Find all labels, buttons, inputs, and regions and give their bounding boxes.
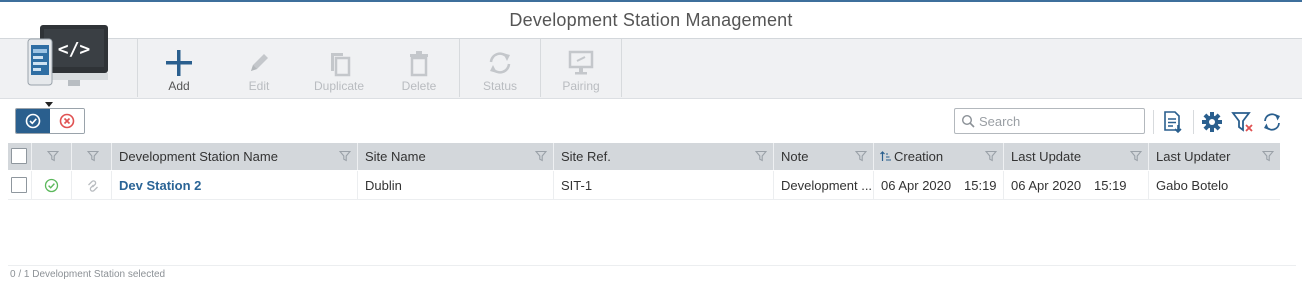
column-header-last-updater[interactable]: Last Updater [1149,143,1280,170]
search-box [954,108,1145,134]
add-button-label: Add [168,79,190,93]
filter-icon[interactable] [87,150,99,162]
page-title: Development Station Management [509,10,793,30]
column-header-creation[interactable]: Creation [874,143,1004,170]
site-ref-value: SIT-1 [561,178,593,193]
sort-ascending-icon [880,151,891,161]
trash-icon [410,51,428,77]
delete-button-label: Delete [401,79,437,93]
column-header-label: Development Station Name [119,149,278,164]
creation-time-value: 15:19 [964,178,997,193]
row-checkbox[interactable] [11,177,27,193]
filter-icon[interactable] [755,150,767,162]
duplicate-button-label: Duplicate [313,79,365,93]
show-disabled-toggle[interactable] [50,109,84,133]
column-header-site-ref[interactable]: Site Ref. [554,143,774,170]
x-circle-icon [59,113,75,129]
pencil-icon [251,54,268,71]
search-icon [961,114,975,128]
refresh-icon[interactable] [1262,112,1282,132]
last-update-time-value: 15:19 [1094,178,1127,193]
creation-date-value: 06 Apr 2020 [881,178,952,193]
filter-icon[interactable] [985,150,997,162]
filter-icon[interactable] [855,150,867,162]
footer-divider [8,265,1296,266]
column-header-label: Last Update [1011,149,1082,164]
check-circle-icon [25,113,41,129]
plus-icon [166,50,192,76]
column-header-name[interactable]: Development Station Name [112,143,358,170]
row-site-name-cell: Dublin [358,171,554,200]
app-menu-caret-icon[interactable] [45,102,53,107]
column-header-label: Site Name [365,149,426,164]
row-note-cell: Development ... [774,171,874,200]
filter-icon[interactable] [535,150,547,162]
row-select-cell [8,171,32,200]
search-input[interactable] [979,112,1139,130]
select-all-column [8,143,32,170]
last-updater-value: Gabo Botelo [1156,178,1229,193]
tools-divider [1153,110,1154,134]
svg-text:</>: </> [58,39,91,60]
column-header-label: Note [781,149,809,164]
row-pairing-cell [72,171,112,200]
column-header-site-name[interactable]: Site Name [358,143,554,170]
column-header-label: Last Updater [1156,149,1231,164]
filter-icon[interactable] [339,150,351,162]
table-row[interactable]: Dev Station 2 Dublin SIT-1 Development .… [8,171,1280,200]
tools-divider [1193,110,1194,134]
status-button[interactable]: Status [460,39,540,97]
gear-icon[interactable] [1201,111,1223,133]
monitor-link-icon [568,50,594,75]
column-header-last-update[interactable]: Last Update [1004,143,1149,170]
row-status-cell [32,171,72,200]
last-update-date-value: 06 Apr 2020 [1011,178,1082,193]
toolbar: </> Add Edit Duplicate Delete Status Pai… [0,25,1302,107]
column-header-label: Site Ref. [561,149,611,164]
check-circle-icon [44,178,59,193]
pairing-button[interactable]: Pairing [541,39,621,97]
selection-status: 0 / 1 Development Station selected [10,269,166,280]
refresh-cycle-icon [489,52,511,74]
clear-filter-icon[interactable] [1231,111,1255,133]
duplicate-button[interactable]: Duplicate [299,39,379,97]
edit-button-label: Edit [248,79,270,93]
row-last-update-cell: 06 Apr 2020 15:19 [1004,171,1149,200]
edit-button[interactable]: Edit [219,39,299,97]
note-value: Development ... [781,178,873,193]
site-name-value: Dublin [365,178,402,193]
row-site-ref-cell: SIT-1 [554,171,774,200]
grid-header: Development Station Name Site Name Site … [8,143,1280,170]
pairing-column-header [72,143,112,170]
filter-icon[interactable] [47,150,59,162]
status-column-header [32,143,72,170]
status-button-label: Status [482,79,518,93]
add-button[interactable]: Add [139,39,219,97]
column-header-label: Creation [894,149,944,164]
dev-station-icon[interactable]: </> [20,21,116,101]
toolbar-divider [137,39,138,97]
pairing-button-label: Pairing [562,79,600,93]
copy-icon [331,53,351,77]
filter-icon[interactable] [1130,150,1142,162]
station-name-link[interactable]: Dev Station 2 [119,178,201,193]
row-last-updater-cell: Gabo Botelo [1149,171,1280,200]
filter-icon[interactable] [1262,150,1274,162]
show-enabled-toggle[interactable] [16,109,50,133]
select-all-checkbox[interactable] [11,148,27,164]
title-bar: Development Station Management [0,2,1302,39]
export-list-icon[interactable] [1162,110,1184,134]
link-icon [88,180,98,192]
column-header-note[interactable]: Note [774,143,874,170]
row-name-cell[interactable]: Dev Station 2 [112,171,358,200]
active-filter-toggle [15,108,85,134]
row-creation-cell: 06 Apr 2020 15:19 [874,171,1004,200]
toolbar-divider [621,39,622,97]
delete-button[interactable]: Delete [379,39,459,97]
